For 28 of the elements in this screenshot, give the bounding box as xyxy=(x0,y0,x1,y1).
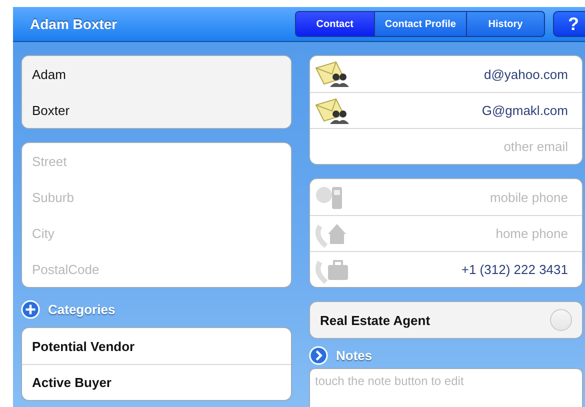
email-field[interactable]: other email xyxy=(314,138,570,155)
tab[interactable]: History xyxy=(466,12,544,36)
phone-field[interactable]: mobile phone xyxy=(354,188,570,206)
disclosure-icon[interactable] xyxy=(309,346,328,364)
address-field[interactable]: PostalCode xyxy=(22,251,291,287)
categories-label: Categories xyxy=(48,302,116,316)
mail-contact-icon xyxy=(314,60,350,88)
mail-contact-icon xyxy=(314,96,350,124)
address-field[interactable]: Street xyxy=(22,143,291,179)
notes-field[interactable]: touch the note button to edit xyxy=(309,368,583,407)
name-field[interactable]: Boxter xyxy=(22,92,291,128)
agent-label: Real Estate Agent xyxy=(320,312,430,328)
tab[interactable]: Contact xyxy=(296,12,374,36)
phone-field[interactable]: home phone xyxy=(354,225,570,242)
notes-label: Notes xyxy=(336,348,372,362)
toggle-circle[interactable] xyxy=(550,309,572,331)
contact-name-title: Adam Boxter xyxy=(30,16,118,32)
help-button[interactable]: ? xyxy=(553,11,585,37)
email-field[interactable]: d@yahoo.com xyxy=(354,66,570,82)
name-field[interactable]: Adam xyxy=(22,56,291,92)
address-field[interactable]: Suburb xyxy=(22,179,291,215)
phone-field[interactable]: +1 (312) 222 3431 xyxy=(354,261,570,278)
email-field[interactable]: G@gmakl.com xyxy=(354,102,570,119)
category-item[interactable]: Potential Vendor xyxy=(22,328,291,364)
add-icon[interactable] xyxy=(21,300,40,318)
address-field[interactable]: City xyxy=(22,215,291,251)
tab[interactable]: Contact Profile xyxy=(374,12,466,36)
category-item[interactable]: Active Buyer xyxy=(22,364,291,400)
